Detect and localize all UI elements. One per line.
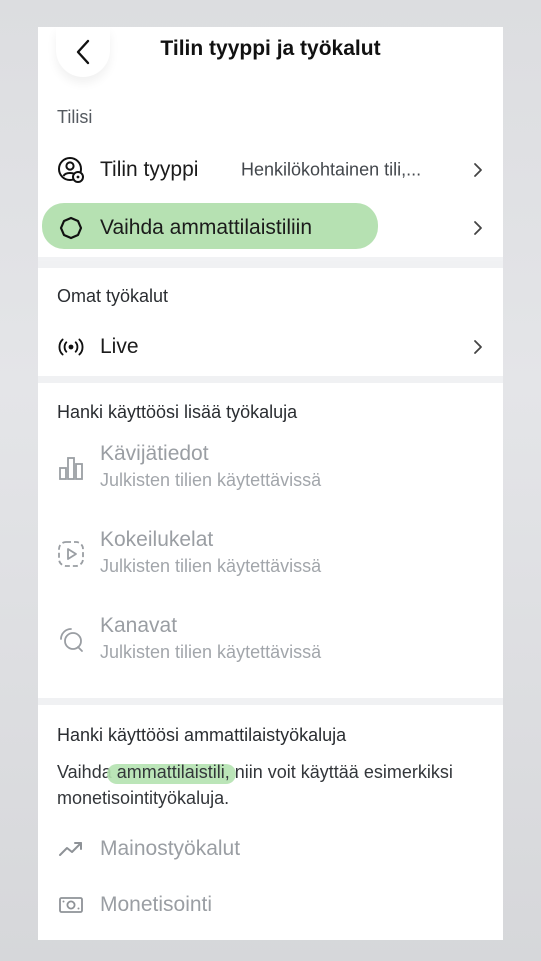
live-row[interactable]: Live (38, 318, 503, 376)
divider (38, 261, 503, 268)
trending-up-icon (57, 835, 85, 863)
tool-ads[interactable]: Mainostyökalut (38, 821, 503, 877)
divider (38, 698, 503, 705)
bar-chart-icon (57, 454, 85, 482)
tool-title: Kokeilukelat (100, 528, 214, 551)
money-icon (57, 891, 85, 919)
tool-label: Mainostyökalut (100, 837, 241, 860)
live-broadcast-icon (57, 333, 85, 361)
more-tools-card: Hanki käyttöösi lisää työkaluja Kävijäti… (38, 383, 503, 698)
switch-professional-label: Vaihda ammattilaistiliin (100, 216, 313, 239)
header: Tilin tyyppi ja työkalut (38, 27, 503, 107)
tool-insights[interactable]: Kävijätiedot Julkisten tilien käytettävi… (38, 432, 503, 518)
section-title-more-tools: Hanki käyttöösi lisää työkaluja (57, 402, 298, 422)
tool-label: Monetisointi (100, 893, 213, 916)
chevron-right-icon (474, 163, 482, 177)
reel-trial-icon (57, 540, 85, 568)
professional-account-link-text: ammattilaistili, (116, 762, 230, 782)
account-type-label: Tilin tyyppi (100, 158, 199, 181)
tool-title: Kävijätiedot (100, 442, 209, 465)
pro-tools-description: Vaihda ammattilaistili, niin voit käyttä… (38, 759, 503, 811)
gear-icon (57, 214, 85, 242)
tool-title: Kanavat (100, 614, 178, 637)
screen: Tilin tyyppi ja työkalut Tilisi Tilin ty… (38, 27, 503, 940)
tool-subtitle: Julkisten tilien käytettävissä (100, 642, 322, 662)
professional-account-link[interactable]: ammattilaistili, (117, 762, 230, 782)
own-tools-card: Omat työkalut Live (38, 268, 503, 376)
account-type-value: Henkilökohtainen tili,... (241, 159, 422, 180)
tool-subtitle: Julkisten tilien käytettävissä (100, 556, 322, 576)
pro-tools-card: Hanki käyttöösi ammattilaistyökaluja Vai… (38, 705, 503, 940)
account-card: Tilin tyyppi ja työkalut Tilisi Tilin ty… (38, 27, 503, 257)
tool-monetization[interactable]: Monetisointi (38, 877, 503, 933)
chevron-right-icon (474, 340, 482, 354)
divider (38, 376, 503, 383)
account-type-row[interactable]: Tilin tyyppi Henkilökohtainen tili,... (38, 141, 503, 199)
switch-professional-row[interactable]: Vaihda ammattilaistiliin (38, 199, 503, 257)
tool-subtitle: Julkisten tilien käytettävissä (100, 470, 322, 490)
account-type-icon (57, 156, 85, 184)
page-title: Tilin tyyppi ja työkalut (160, 37, 381, 60)
tool-channels[interactable]: Kanavat Julkisten tilien käytettävissä (38, 604, 503, 690)
tool-trial-reels[interactable]: Kokeilukelat Julkisten tilien käytettävi… (38, 518, 503, 604)
live-label: Live (100, 335, 139, 358)
section-title-pro-tools: Hanki käyttöösi ammattilaistyökaluja (57, 725, 347, 745)
section-title-account: Tilisi (57, 107, 93, 127)
chevron-right-icon (474, 221, 482, 235)
channel-icon (57, 626, 85, 654)
section-title-own-tools: Omat työkalut (57, 286, 169, 306)
